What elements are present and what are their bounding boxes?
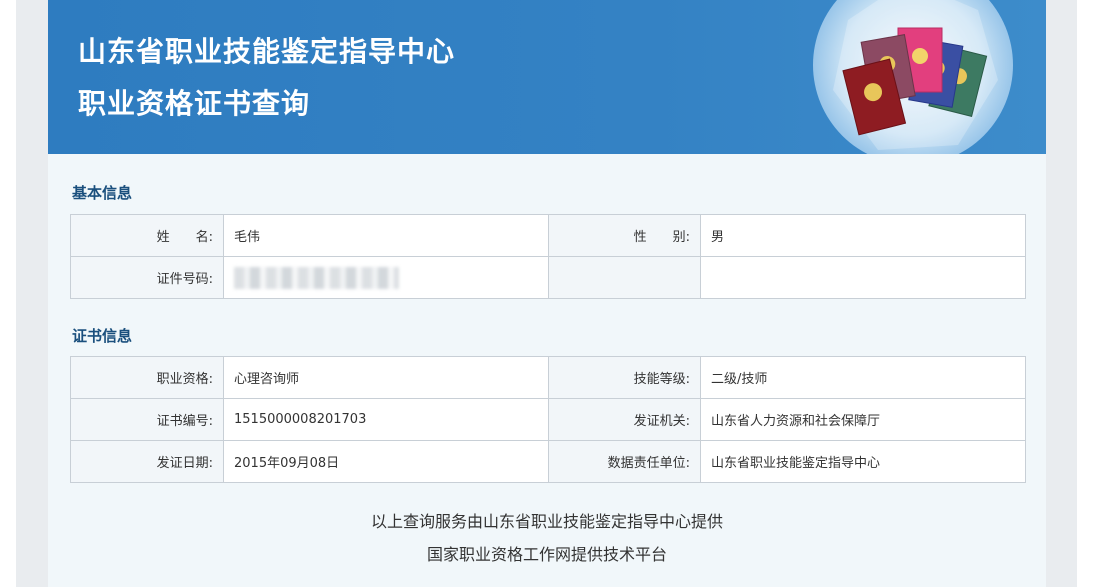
right-edge-bar [1077, 0, 1094, 587]
table-row: 证件号码: [70, 256, 1026, 299]
page-frame: 山东省职业技能鉴定指导中心 职业资格证书查询 基本信息 姓 名: 毛伟 性 别:… [48, 0, 1046, 587]
left-background [0, 0, 48, 587]
left-edge-bar [0, 0, 16, 587]
issue-date-label: 发证日期: [70, 440, 224, 483]
basic-info-table: 姓 名: 毛伟 性 别: 男 证件号码: [70, 214, 1026, 299]
certificate-info-table: 职业资格: 心理咨询师 技能等级: 二级/技师 证书编号: 1515000008… [70, 356, 1026, 483]
occupation-label: 职业资格: [70, 356, 224, 399]
gender-value: 男 [700, 214, 1026, 257]
id-number-value [223, 256, 549, 299]
certificate-number-label: 证书编号: [70, 398, 224, 441]
issuing-authority-value: 山东省人力资源和社会保障厅 [700, 398, 1026, 441]
skill-level-label: 技能等级: [548, 356, 701, 399]
certificate-books-illustration [813, 0, 1013, 154]
gender-label: 性 别: [548, 214, 701, 257]
section-title-basic-info: 基本信息 [72, 184, 133, 202]
skill-level-value: 二级/技师 [700, 356, 1026, 399]
table-row: 职业资格: 心理咨询师 技能等级: 二级/技师 [70, 356, 1026, 399]
certificate-number-value: 1515000008201703 [223, 398, 549, 441]
id-number-label: 证件号码: [70, 256, 224, 299]
data-responsible-unit-label: 数据责任单位: [548, 440, 701, 483]
header-banner: 山东省职业技能鉴定指导中心 职业资格证书查询 [48, 0, 1046, 154]
issue-date-value: 2015年09月08日 [223, 440, 549, 483]
empty-value-cell [700, 256, 1026, 299]
empty-label-cell [548, 256, 701, 299]
footer-service-provider: 以上查询服务由山东省职业技能鉴定指导中心提供 [370, 512, 723, 531]
section-title-certificate-info: 证书信息 [72, 327, 133, 345]
name-label: 姓 名: [70, 214, 224, 257]
footer-technical-platform: 国家职业资格工作网提供技术平台 [426, 545, 667, 564]
issuing-authority-label: 发证机关: [548, 398, 701, 441]
banner-title-organization: 山东省职业技能鉴定指导中心 [78, 35, 456, 68]
table-row: 发证日期: 2015年09月08日 数据责任单位: 山东省职业技能鉴定指导中心 [70, 440, 1026, 483]
data-responsible-unit-value: 山东省职业技能鉴定指导中心 [700, 440, 1026, 483]
name-value: 毛伟 [223, 214, 549, 257]
right-background [1046, 0, 1094, 587]
redacted-id-number [234, 266, 399, 289]
banner-title-service: 职业资格证书查询 [78, 87, 311, 120]
table-row: 证书编号: 1515000008201703 发证机关: 山东省人力资源和社会保… [70, 398, 1026, 441]
table-row: 姓 名: 毛伟 性 别: 男 [70, 214, 1026, 257]
occupation-value: 心理咨询师 [223, 356, 549, 399]
